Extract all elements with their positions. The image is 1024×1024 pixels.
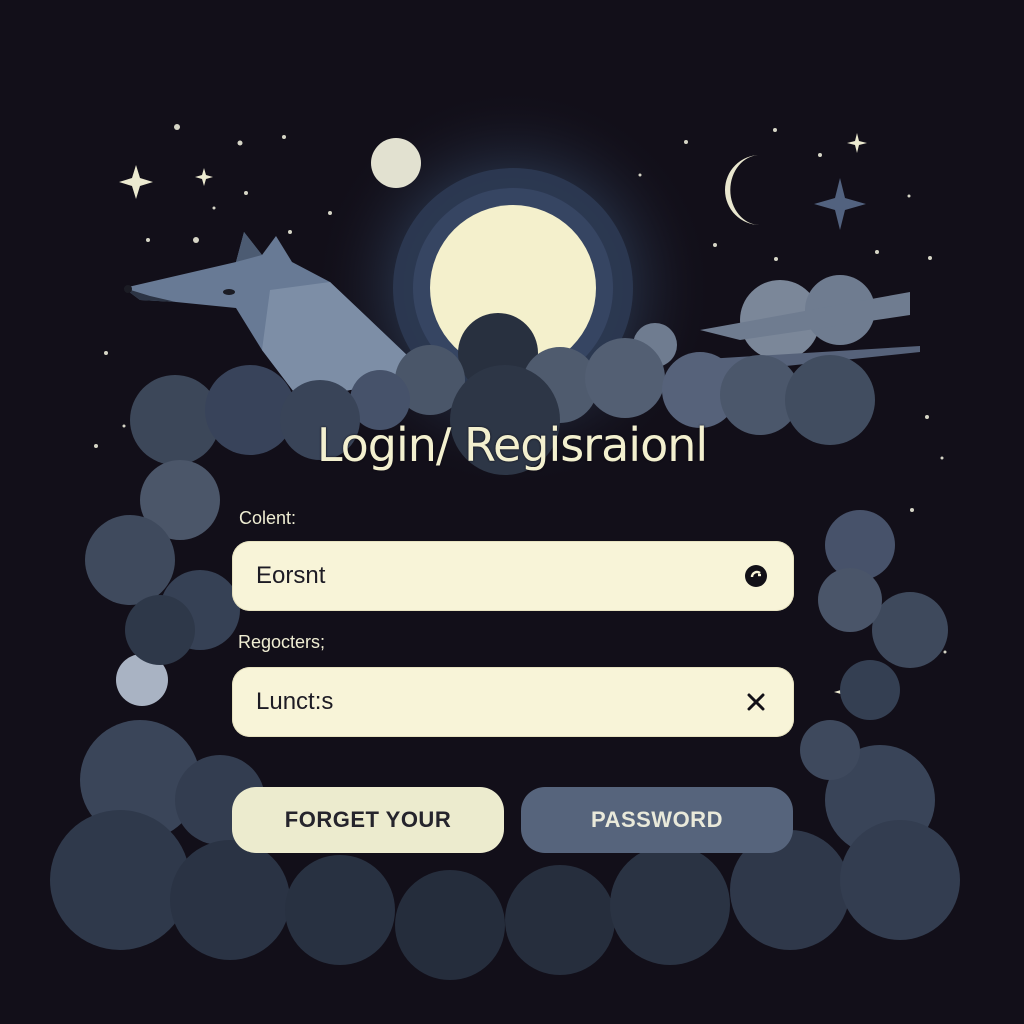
page-title: Login/ Regisraionl	[316, 418, 708, 472]
blue-star	[814, 178, 866, 230]
client-label: Colent:	[239, 508, 297, 528]
client-field[interactable]: Eorsnt	[232, 541, 794, 611]
small-planet	[371, 138, 421, 188]
close-icon[interactable]	[744, 690, 768, 714]
circle-arrow-icon[interactable]	[744, 564, 768, 588]
register-field[interactable]: Lunct:s	[232, 667, 794, 737]
client-field-value: Eorsnt	[256, 562, 326, 589]
crescent-moon	[725, 155, 760, 225]
bottom-clouds	[50, 720, 960, 980]
password-button[interactable]: PASSWORD	[521, 787, 793, 853]
night-sky-illustration	[50, 88, 960, 980]
forget-your-button[interactable]: FORGET YOUR	[232, 787, 504, 853]
register-field-value: Lunct:s	[256, 688, 334, 715]
register-label: Regocters;	[238, 632, 326, 652]
